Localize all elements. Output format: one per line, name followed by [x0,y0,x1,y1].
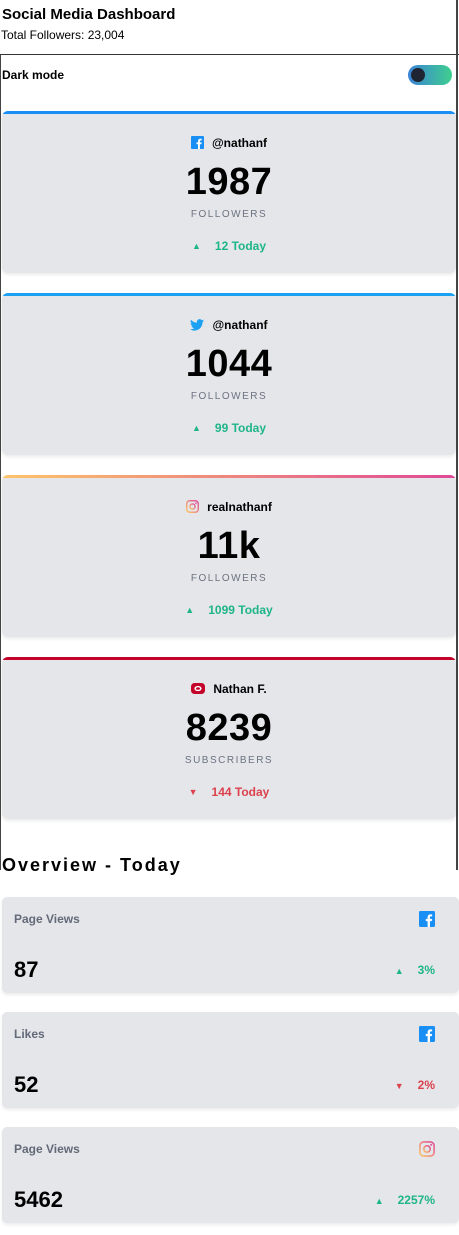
arrow-down-icon: ▼ [188,786,198,797]
daily-change-text: 99 Today [214,420,267,435]
arrow-up-icon: ▲ [191,422,201,433]
page-header: Social Media Dashboard Total Followers: … [0,0,459,55]
daily-change-text: 144 Today [211,784,270,799]
metric-change-text: 2257% [397,1193,435,1207]
subscriber-count: 8239 [185,707,273,749]
card-accent-bar [2,475,456,478]
subscriber-unit: SUBSCRIBERS [184,755,274,766]
metric-name: Likes [14,1027,45,1041]
card-accent-bar [2,293,456,296]
arrow-down-icon: ▼ [394,1080,404,1091]
arrow-up-icon: ▲ [185,604,195,615]
card-handle: @nathanf [211,135,268,150]
follower-count: 1987 [185,161,273,203]
daily-change-text: 12 Today [214,238,267,253]
dark-mode-row: Dark mode [0,56,459,94]
followers-card-facebook[interactable]: @nathanf 1987 FOLLOWERS ▲ 12 Today [2,111,456,273]
card-handle-row: @nathanf [2,135,456,150]
daily-change: ▲ 12 Today [2,238,456,253]
overview-title: Overview - Today [2,855,182,875]
arrow-up-icon: ▲ [191,240,201,251]
follower-unit: FOLLOWERS [190,391,268,402]
facebook-icon [419,1026,435,1042]
card-accent-bar [2,657,456,660]
toggle-knob [411,68,425,82]
daily-change-text: 1099 Today [208,602,273,617]
arrow-up-icon: ▲ [394,965,404,976]
divider [0,55,1,870]
card-accent-bar [2,111,456,114]
follower-count: 1044 [185,343,273,385]
metric-value: 5462 [14,1187,63,1212]
overview-card-page-views-instagram[interactable]: Page Views 5462 ▲ 2257% [2,1127,459,1223]
metric-change-text: 3% [417,963,435,977]
divider [456,0,458,870]
metric-value: 52 [14,1072,39,1097]
card-handle-row: Nathan F. [2,681,456,696]
instagram-icon [186,500,200,514]
daily-change: ▼ 144 Today [2,784,456,799]
metric-name: Page Views [14,1142,80,1156]
card-handle: @nathanf [212,317,268,332]
follower-unit: FOLLOWERS [190,209,268,220]
metric-value: 87 [14,957,39,982]
metric-change: ▲ 2257% [375,1193,435,1207]
card-handle: Nathan F. [213,681,267,696]
arrow-up-icon: ▲ [374,1195,384,1206]
total-followers: Total Followers: 23,004 [1,28,125,42]
metric-change: ▲ 3% [395,963,435,977]
instagram-icon [419,1141,435,1157]
follower-unit: FOLLOWERS [190,573,268,584]
card-handle-row: @nathanf [2,317,456,332]
page-title: Social Media Dashboard [2,6,176,23]
followers-card-instagram[interactable]: realnathanf 11k FOLLOWERS ▲ 1099 Today [2,475,456,637]
daily-change: ▲ 99 Today [2,420,456,435]
twitter-icon [190,318,205,331]
daily-change: ▲ 1099 Today [2,602,456,617]
card-handle: realnathanf [207,499,272,514]
youtube-icon [191,683,206,695]
follower-count: 11k [197,525,261,567]
overview-card-page-views-facebook[interactable]: Page Views 87 ▲ 3% [2,897,459,993]
followers-card-twitter[interactable]: @nathanf 1044 FOLLOWERS ▲ 99 Today [2,293,456,455]
overview-card-likes-facebook[interactable]: Likes 52 ▼ 2% [2,1012,459,1108]
card-handle-row: realnathanf [2,499,456,514]
metric-change-text: 2% [417,1078,435,1092]
facebook-icon [419,911,435,927]
dark-mode-toggle[interactable] [408,65,452,85]
facebook-icon [190,136,204,150]
metric-change: ▼ 2% [395,1078,435,1092]
metric-name: Page Views [14,912,80,926]
dark-mode-label: Dark mode [2,68,65,82]
followers-card-youtube[interactable]: Nathan F. 8239 SUBSCRIBERS ▼ 144 Today [2,657,456,819]
